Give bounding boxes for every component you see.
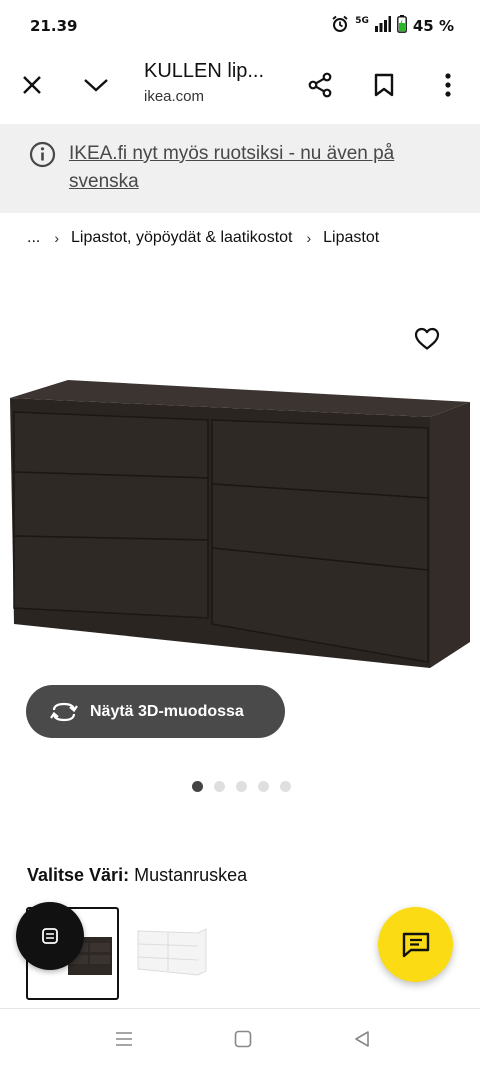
back-button[interactable] bbox=[350, 1027, 374, 1051]
home-button[interactable] bbox=[231, 1027, 255, 1051]
status-time: 21.39 bbox=[30, 17, 78, 35]
tab-switch-icon bbox=[42, 928, 58, 944]
gallery-pagination bbox=[192, 781, 291, 792]
swatch-dresser-white bbox=[137, 928, 207, 976]
network-label: 5G bbox=[355, 16, 369, 26]
color-selector-label: Valitse Väri: Mustanruskea bbox=[27, 865, 247, 886]
dresser-illustration bbox=[10, 380, 470, 668]
browser-toolbar: KULLEN lip... ikea.com bbox=[0, 52, 480, 122]
view-3d-button[interactable]: Näytä 3D-muodossa bbox=[26, 685, 285, 738]
status-bar: 21.39 5G 45 % bbox=[0, 0, 480, 52]
language-banner-link[interactable]: IKEA.fi nyt myös ruotsiksi - nu även på … bbox=[69, 140, 429, 196]
pagination-dot[interactable] bbox=[192, 781, 203, 792]
system-nav-bar bbox=[0, 1008, 480, 1067]
chat-icon bbox=[402, 932, 429, 957]
rotate-3d-icon bbox=[50, 701, 78, 723]
battery-percent: 45 % bbox=[412, 17, 454, 35]
page-title-block[interactable]: KULLEN lip... ikea.com bbox=[144, 60, 264, 105]
more-options-button[interactable] bbox=[428, 65, 468, 105]
chat-button[interactable] bbox=[378, 907, 453, 982]
menu-icon bbox=[116, 1032, 132, 1046]
breadcrumb-ellipsis[interactable]: ... bbox=[27, 229, 40, 247]
recent-apps-button[interactable] bbox=[112, 1027, 136, 1051]
breadcrumb: ... › Lipastot, yöpöydät & laatikostot ›… bbox=[27, 229, 379, 247]
breadcrumb-item-category[interactable]: Lipastot, yöpöydät & laatikostot bbox=[71, 229, 292, 247]
pagination-dot[interactable] bbox=[214, 781, 225, 792]
bookmark-icon bbox=[374, 73, 394, 97]
page-domain: ikea.com bbox=[144, 88, 205, 105]
battery-icon bbox=[396, 15, 407, 37]
color-label: Valitse Väri: bbox=[27, 865, 130, 885]
floating-tab-button[interactable] bbox=[16, 902, 84, 970]
color-swatch-white[interactable] bbox=[132, 907, 225, 1000]
close-button[interactable] bbox=[12, 65, 52, 105]
page-title: KULLEN lip... bbox=[144, 60, 265, 82]
status-icons: 5G 45 % bbox=[331, 15, 454, 37]
collapse-button[interactable] bbox=[76, 65, 116, 105]
chevron-right-icon: › bbox=[54, 230, 60, 246]
alarm-icon bbox=[331, 15, 349, 37]
pagination-dot[interactable] bbox=[280, 781, 291, 792]
home-square-icon bbox=[234, 1030, 252, 1048]
chevron-down-icon bbox=[84, 79, 108, 92]
share-button[interactable] bbox=[300, 65, 340, 105]
view-3d-label: Näytä 3D-muodossa bbox=[90, 702, 244, 720]
pagination-dot[interactable] bbox=[258, 781, 269, 792]
info-icon bbox=[29, 141, 56, 168]
chevron-right-icon: › bbox=[306, 230, 312, 246]
language-banner: IKEA.fi nyt myös ruotsiksi - nu även på … bbox=[0, 124, 480, 213]
signal-icon bbox=[374, 16, 391, 36]
more-vert-icon bbox=[445, 73, 451, 97]
product-image[interactable] bbox=[0, 372, 480, 672]
breadcrumb-item-current[interactable]: Lipastot bbox=[323, 229, 379, 247]
color-value: Mustanruskea bbox=[134, 865, 248, 885]
pagination-dot[interactable] bbox=[236, 781, 247, 792]
bookmark-button[interactable] bbox=[364, 65, 404, 105]
back-triangle-icon bbox=[355, 1031, 369, 1047]
close-icon bbox=[23, 76, 41, 94]
heart-icon bbox=[414, 327, 440, 350]
share-icon bbox=[308, 72, 332, 98]
favorite-button[interactable] bbox=[408, 320, 446, 358]
